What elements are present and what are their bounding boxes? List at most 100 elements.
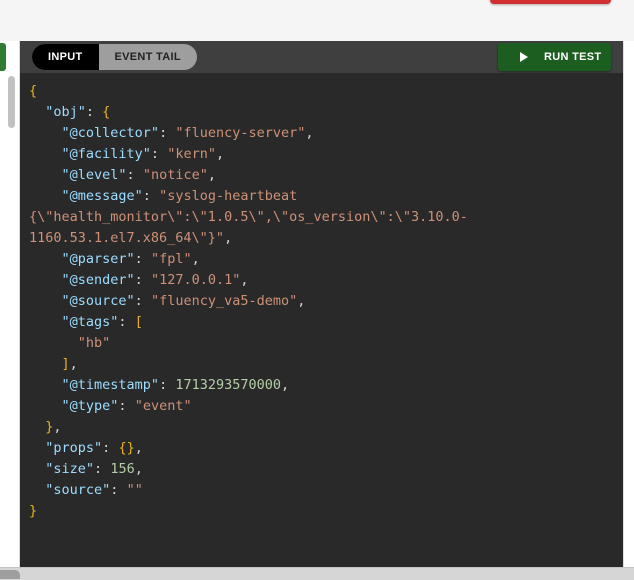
code-token: : [118,398,135,414]
code-token: "hb" [77,335,111,351]
code-token: : [118,314,135,330]
code-token: "notice" [142,167,208,183]
code-token: : [85,104,103,120]
horizontal-scrollbar[interactable] [0,567,634,580]
code-line: {\"health_monitor\":\"1.0.5\",\"os_versi… [29,207,619,228]
code-line: "@source": "fluency_va5-demo", [29,291,619,312]
code-token: "obj" [45,104,86,120]
code-token: "@timestamp" [61,377,160,393]
code-token: "props" [45,440,103,456]
code-token: : [94,461,111,477]
code-token: "@source" [61,293,135,309]
code-line: "size": 156, [29,459,619,480]
code-line: ], [29,354,619,375]
json-editor[interactable]: { "obj": { "@collector": "fluency-server… [20,73,623,567]
left-panel-button-edge[interactable] [0,43,6,71]
panel-toolbar: INPUT EVENT TAIL RUN TEST [20,41,623,73]
view-toggle: INPUT EVENT TAIL [32,44,197,70]
code-token: , [297,293,306,309]
code-line: 1160.53.1.el7.x86_64\"}", [29,228,619,249]
code-token: : [150,146,168,162]
code-token: : [110,482,127,498]
code-token: "@collector" [61,125,160,141]
json-code[interactable]: { "obj": { "@collector": "fluency-server… [29,81,619,522]
code-token: : [159,377,176,393]
code-token: , [240,272,249,288]
tab-event-tail[interactable]: EVENT TAIL [99,44,197,70]
code-line: { [29,81,619,102]
code-token: , [191,251,200,267]
code-token: , [53,419,62,435]
code-line: "@sender": "127.0.0.1", [29,270,619,291]
code-line: "@parser": "fpl", [29,249,619,270]
code-token: : [134,251,151,267]
code-token: "fluency-server" [175,125,306,141]
code-token: : [134,272,151,288]
code-token: {\"health_monitor\":\"1.0.5\",\"os_versi… [29,209,468,225]
code-token: "@sender" [61,272,135,288]
code-token: 156 [110,461,135,477]
left-scrollbar-thumb[interactable] [8,76,15,128]
code-line: }, [29,417,619,438]
code-token: "" [126,482,143,498]
code-line: "@facility": "kern", [29,144,619,165]
code-token: "source" [45,482,111,498]
code-token: "@tags" [61,314,119,330]
top-action-button[interactable] [490,0,611,4]
code-line: "@timestamp": 1713293570000, [29,375,619,396]
code-token: , [281,377,290,393]
right-edge [623,41,634,579]
code-line: "source": "" [29,480,619,501]
horizontal-scrollbar-thumb[interactable] [0,570,20,579]
code-token: } [29,503,38,519]
code-token: { [29,83,38,99]
run-test-button[interactable]: RUN TEST [498,43,611,71]
code-token: , [305,125,314,141]
code-token: "fluency_va5-demo" [150,293,298,309]
code-line: "@collector": "fluency-server", [29,123,619,144]
code-token: ] [61,356,70,372]
play-icon [520,52,528,62]
code-token: "kern" [167,146,216,162]
tab-input[interactable]: INPUT [32,44,99,70]
code-line: "@type": "event" [29,396,619,417]
code-token: , [134,461,143,477]
code-token: "127.0.0.1" [150,272,241,288]
top-bar [0,0,634,41]
code-token: {} [118,440,135,456]
code-token: "@message" [61,188,143,204]
test-panel: INPUT EVENT TAIL RUN TEST { "obj": { "@c… [20,41,623,579]
code-line: "@message": "syslog-heartbeat [29,186,619,207]
code-line: "props": {}, [29,438,619,459]
code-token: "@type" [61,398,119,414]
code-line: "@tags": [ [29,312,619,333]
code-token: , [215,146,225,162]
code-token: "event" [134,398,192,414]
code-token: : [159,125,176,141]
code-token: , [224,230,233,246]
code-token: "size" [45,461,95,477]
code-token: "@level" [61,167,127,183]
code-line: "hb" [29,333,619,354]
code-token: : [102,440,119,456]
code-token: : [134,293,151,309]
run-test-label: RUN TEST [544,51,602,63]
code-token: : [142,188,160,204]
code-token: , [134,440,143,456]
code-token: , [207,167,216,183]
code-token: "@parser" [61,251,135,267]
